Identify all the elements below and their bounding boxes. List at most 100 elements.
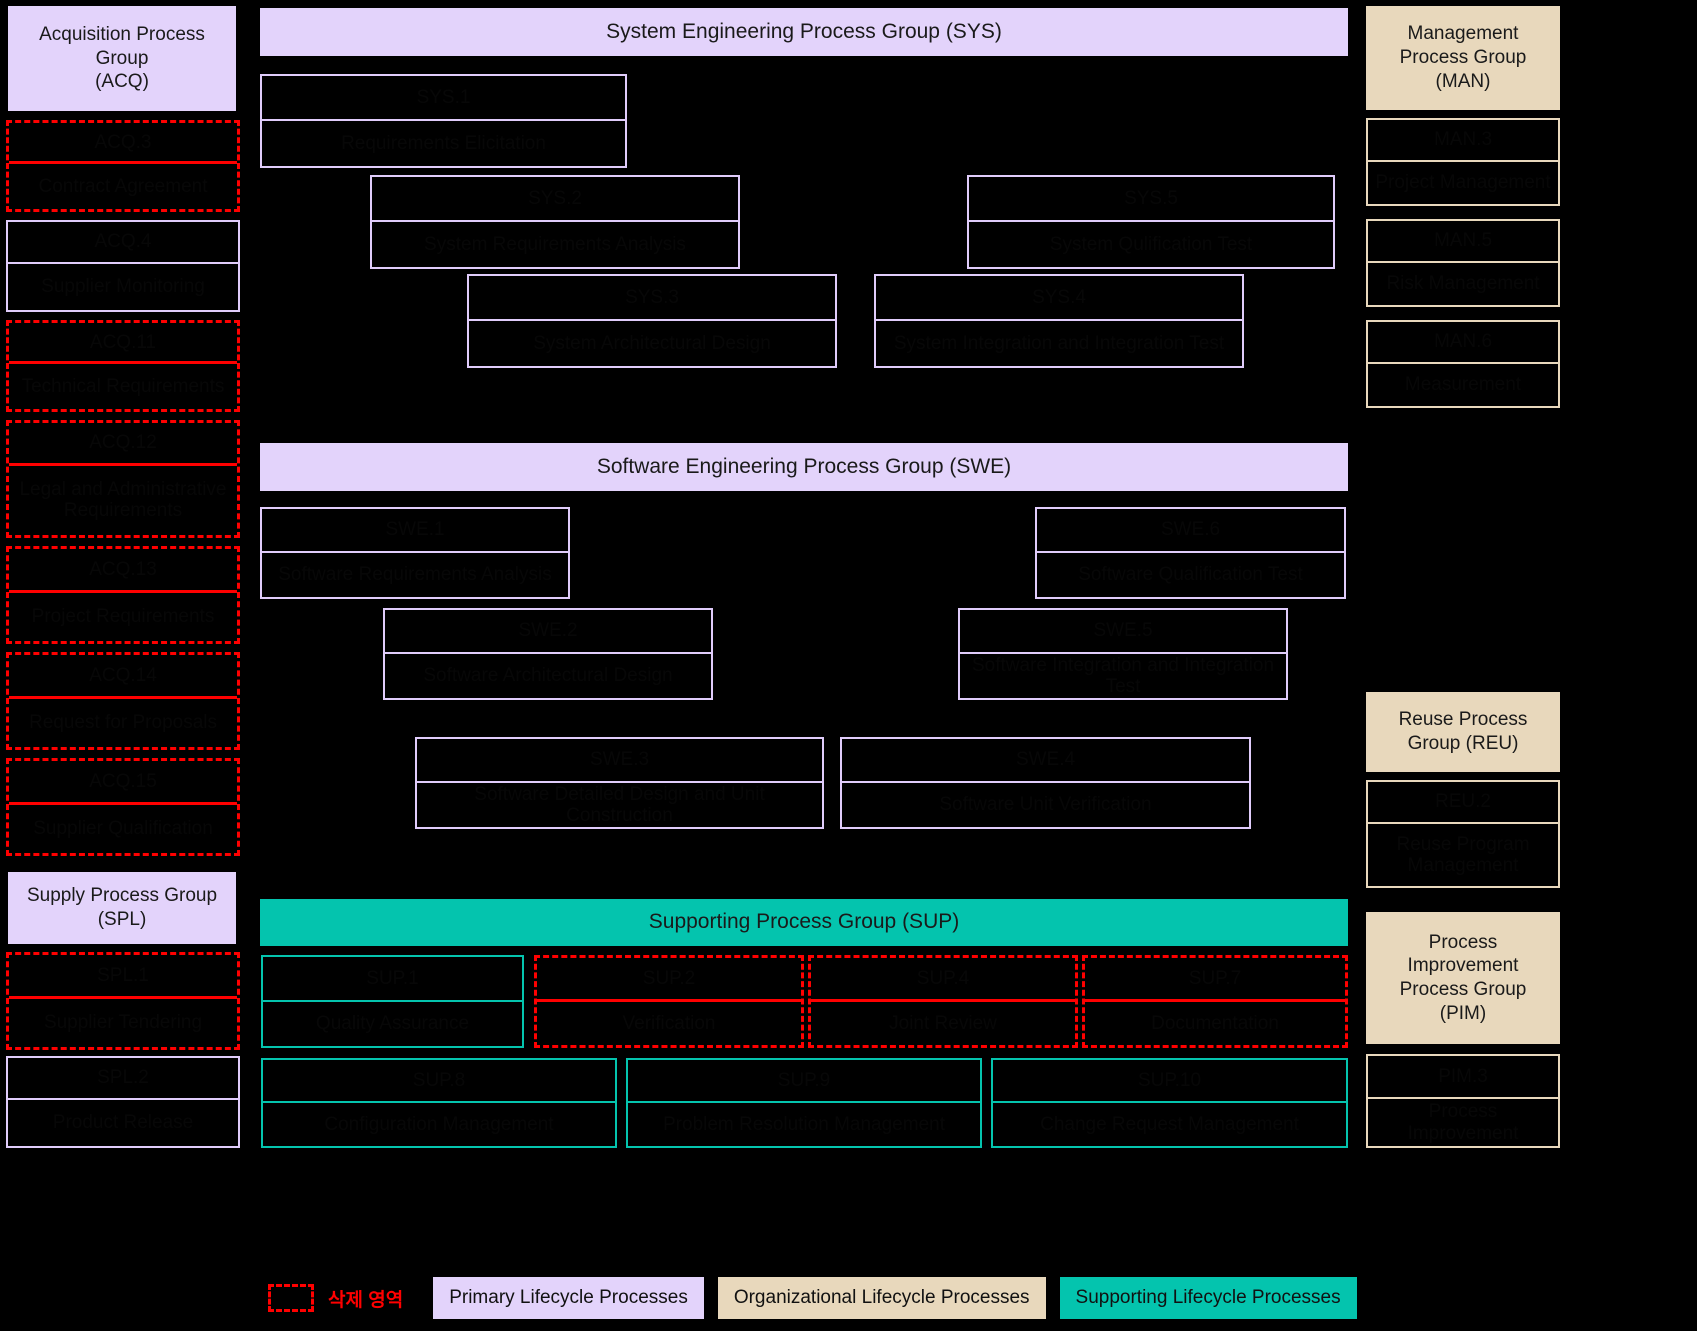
process-id: SYS.2 [372,177,738,222]
group-header-reu: Reuse Process Group (REU) [1366,692,1560,772]
process-name: Measurement [1404,374,1522,396]
process-id: SUP.8 [263,1060,615,1103]
process-cell-acq-13[interactable]: ACQ.13 Project Requirements [6,546,240,644]
process-reference-model-diagram: Acquisition Process Group (ACQ) ACQ.3 Co… [0,0,1697,1331]
process-cell-swe-1[interactable]: SWE.1 Software Requirements Analysis [260,507,570,599]
process-name: Quality Assurance [315,1013,470,1035]
group-header-sys: System Engineering Process Group (SYS) [260,8,1348,56]
process-id: SUP.9 [628,1060,980,1103]
process-cell-reu-2[interactable]: REU.2 Reuse Program Management [1366,780,1560,888]
process-cell-sup-9[interactable]: SUP.9 Problem Resolution Management [626,1058,982,1148]
process-name: Supplier Tendering [43,1012,203,1034]
process-cell-acq-11[interactable]: ACQ.11 Technical Requirements [6,320,240,412]
process-id: ACQ.14 [9,655,237,700]
process-name: System Qulification Test [1049,233,1253,255]
process-cell-man-6[interactable]: MAN.6 Measurement [1366,320,1560,408]
process-cell-acq-12[interactable]: ACQ.12 Legal and Administrative Requirem… [6,420,240,538]
process-cell-spl-1[interactable]: SPL.1 Supplier Tendering [6,952,240,1050]
process-id: SWE.5 [960,610,1286,654]
process-name: Supplier Qualification [33,818,213,840]
process-cell-swe-4[interactable]: SWE.4 Software Unit Verification [840,737,1251,829]
process-name: Verification [622,1012,716,1034]
process-id: ACQ.3 [9,123,237,165]
process-cell-acq-15[interactable]: ACQ.15 Supplier Qualification [6,758,240,856]
process-name: Software Detailed Design and Unit Constr… [474,783,765,826]
process-name: Project Management [1375,172,1551,194]
process-name: Legal and Administrative Requirements [19,479,227,522]
process-id: SYS.3 [469,276,835,321]
process-cell-swe-3[interactable]: SWE.3 Software Detailed Design and Unit … [415,737,824,829]
group-header-man: Management Process Group (MAN) [1366,6,1560,110]
process-id: MAN.3 [1368,120,1558,162]
process-name: Software Architectural Design [423,665,673,687]
process-name: Software Requirements Analysis [278,564,552,586]
legend-deleted-label: 삭제 영역 [328,1289,404,1311]
process-id: SPL.2 [8,1058,238,1101]
process-cell-sup-1[interactable]: SUP.1 Quality Assurance [261,955,524,1048]
process-cell-acq-3[interactable]: ACQ.3 Contract Agreement [6,120,240,212]
process-id: PIM.3 [1368,1056,1558,1100]
process-cell-sup-8[interactable]: SUP.8 Configuration Management [261,1058,617,1148]
group-header-spl: Supply Process Group (SPL) [8,872,236,944]
process-cell-sys-2[interactable]: SYS.2 System Requirements Analysis [370,175,740,269]
legend-supporting-lifecycle: Supporting Lifecycle Processes [1059,1277,1357,1319]
process-id: SYS.1 [262,76,625,121]
process-id: SYS.5 [969,177,1333,222]
process-name: Change Request Management [1040,1113,1299,1135]
process-cell-swe-6[interactable]: SWE.6 Software Qualification Test [1035,507,1346,599]
process-name: System Requirements Analysis [424,233,686,255]
process-name: Contract Agreement [38,175,208,197]
process-id: REU.2 [1368,782,1558,824]
process-cell-swe-5[interactable]: SWE.5 Software Integration and Integrati… [958,608,1288,700]
process-name: Risk Management [1386,273,1540,295]
process-cell-acq-14[interactable]: ACQ.14 Request for Proposals [6,652,240,750]
process-id: SUP.4 [811,958,1075,1002]
process-name: Software Unit Verification [939,794,1152,816]
process-cell-pim-3[interactable]: PIM.3 Process Improvement [1366,1054,1560,1148]
process-id: ACQ.15 [9,761,237,806]
process-id: MAN.6 [1368,322,1558,364]
process-name: Software Integration and Integration Tes… [971,654,1275,697]
process-cell-sup-2[interactable]: SUP.2 Verification [534,955,804,1048]
process-cell-swe-2[interactable]: SWE.2 Software Architectural Design [383,608,713,700]
process-cell-sup-10[interactable]: SUP.10 Change Request Management [991,1058,1348,1148]
process-cell-sys-5[interactable]: SYS.5 System Qulification Test [967,175,1335,269]
process-id: ACQ.4 [8,222,238,265]
process-cell-sys-3[interactable]: SYS.3 System Architectural Design [467,274,837,368]
process-cell-man-3[interactable]: MAN.3 Project Management [1366,118,1560,206]
process-id: ACQ.11 [9,323,237,365]
process-cell-sys-4[interactable]: SYS.4 System Integration and Integration… [874,274,1244,368]
process-id: ACQ.12 [9,423,237,466]
process-name: Software Qualification Test [1078,564,1303,586]
process-id: SYS.4 [876,276,1242,321]
process-name: Documentation [1151,1012,1279,1034]
process-cell-spl-2[interactable]: SPL.2 Product Release [6,1056,240,1148]
process-id: SWE.3 [417,739,822,783]
group-header-acq: Acquisition Process Group (ACQ) [8,6,236,111]
process-id: SWE.1 [262,509,568,553]
process-id: SUP.2 [537,958,801,1002]
process-cell-sup-7[interactable]: SUP.7 Documentation [1082,955,1348,1048]
process-name: Project Requirements [31,606,215,628]
process-id: SUP.10 [993,1060,1346,1103]
legend: 삭제 영역 Primary Lifecycle Processes Organi… [268,1277,1357,1319]
process-id: SPL.1 [9,955,237,1000]
process-name: Configuration Management [324,1113,554,1135]
group-header-swe: Software Engineering Process Group (SWE) [260,443,1348,491]
group-header-pim: Process Improvement Process Group (PIM) [1366,912,1560,1044]
process-id: SWE.4 [842,739,1249,783]
process-name: Problem Resolution Management [663,1113,945,1135]
legend-deleted-swatch [268,1284,314,1312]
process-name: Reuse Program Management [1396,833,1530,876]
process-cell-sys-1[interactable]: SYS.1 Requirements Elicitation [260,74,627,168]
legend-primary-lifecycle: Primary Lifecycle Processes [433,1277,704,1319]
process-id: ACQ.13 [9,549,237,594]
process-id: MAN.5 [1368,221,1558,263]
process-id: SWE.6 [1037,509,1344,553]
process-cell-sup-4[interactable]: SUP.4 Joint Review [808,955,1078,1048]
process-id: SUP.1 [263,957,522,1002]
process-name: Process Improvement [1407,1101,1519,1144]
process-cell-man-5[interactable]: MAN.5 Risk Management [1366,219,1560,307]
process-name: Technical Requirements [21,375,225,397]
process-cell-acq-4[interactable]: ACQ.4 Supplier Monitoring [6,220,240,312]
